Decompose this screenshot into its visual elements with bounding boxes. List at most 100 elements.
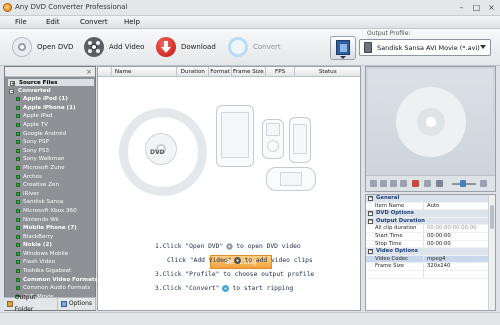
property-row[interactable]: All clip duration 00:00:00-00:00:00: [366, 225, 488, 233]
close-panel-icon[interactable]: ×: [86, 68, 92, 76]
property-row[interactable]: Frame Size 320x240: [366, 263, 488, 271]
property-category[interactable]: − DVD Options: [366, 210, 488, 218]
tab-output-folder[interactable]: Output Folder: [4, 294, 58, 313]
menu-convert[interactable]: Convert: [80, 18, 108, 26]
tree-profile-item[interactable]: Apple TV: [7, 121, 95, 130]
tree-profile-item[interactable]: Apple iPhone (1): [7, 104, 95, 113]
column-header-fps[interactable]: FPS: [266, 67, 296, 77]
tree-profile-item[interactable]: Microsoft Xbox 360: [7, 207, 95, 216]
preview-controls: [366, 175, 495, 191]
tree-profile-item[interactable]: Windows Mobile: [7, 250, 95, 259]
next-frame-icon[interactable]: [400, 180, 407, 187]
tree-root-item[interactable]: + Source Files: [7, 78, 95, 87]
tree-profile-item[interactable]: Apple iPod (1): [7, 95, 95, 104]
property-row[interactable]: Video Codec mpeg4: [366, 255, 488, 264]
profile-check-icon: [16, 226, 20, 231]
tree-profile-item[interactable]: Nokia (2): [7, 241, 95, 250]
stop-icon[interactable]: [380, 180, 387, 187]
tree-profile-item[interactable]: Common Video Formats: [7, 276, 98, 285]
profile-check-icon: [16, 286, 20, 291]
profile-check-icon: [16, 105, 20, 110]
column-header-status[interactable]: Status: [295, 67, 359, 77]
property-category[interactable]: − General: [366, 195, 488, 203]
download-button[interactable]: Download: [156, 36, 216, 58]
property-value[interactable]: 320x240: [424, 263, 450, 270]
property-category-label: Video Options: [376, 248, 418, 255]
property-value[interactable]: mpeg4: [424, 256, 446, 263]
fullscreen-icon[interactable]: [480, 180, 487, 187]
tree-item-label: Common Audio Formats: [23, 285, 91, 292]
chevron-down-icon: [480, 45, 486, 49]
column-header-frame-size[interactable]: Frame Size: [232, 67, 266, 77]
property-category[interactable]: − Output Duration: [366, 217, 488, 226]
convert-button[interactable]: Convert: [228, 36, 281, 58]
collapse-icon[interactable]: −: [368, 249, 373, 255]
property-value[interactable]: [424, 271, 427, 278]
play-icon[interactable]: [370, 180, 377, 187]
tree-profile-item[interactable]: Nintendo Wii: [7, 216, 95, 225]
tree-profile-item[interactable]: Google Android: [7, 130, 95, 139]
tree-profile-item[interactable]: Microsoft Zune: [7, 164, 95, 173]
menu-bar: File Edit Convert Help: [0, 16, 500, 29]
tree-profile-item[interactable]: Sandisk Sansa: [7, 198, 95, 207]
property-row[interactable]: [366, 270, 488, 279]
property-key: Item Name: [366, 202, 424, 210]
tree-item-label: Source Files: [19, 80, 58, 86]
tree-profile-item[interactable]: Mobile Phone (7): [7, 224, 95, 233]
column-header-format[interactable]: Format: [209, 67, 232, 77]
maximize-icon[interactable]: □: [472, 3, 481, 12]
tree-profile-item[interactable]: Flash Video: [7, 258, 95, 267]
open-dvd-button[interactable]: Open DVD: [12, 36, 73, 58]
menu-file[interactable]: File: [15, 18, 27, 26]
property-row[interactable]: Stop Time 00:00:00: [366, 240, 488, 249]
column-header-duration[interactable]: Duration: [177, 67, 210, 77]
property-value[interactable]: 00:00:00: [424, 241, 451, 248]
column-header-name[interactable]: Name: [112, 67, 178, 77]
prev-frame-icon[interactable]: [390, 180, 397, 187]
collapse-icon[interactable]: −: [368, 218, 373, 224]
ipad-device-graphic: [216, 105, 254, 167]
volume-knob[interactable]: [460, 180, 466, 187]
close-icon[interactable]: ×: [487, 3, 496, 12]
profile-film-button[interactable]: [330, 36, 356, 60]
speaker-icon[interactable]: [436, 180, 443, 187]
property-value[interactable]: 00:00:00-00:00:00: [424, 225, 477, 232]
property-category[interactable]: − Video Options: [366, 248, 488, 256]
profile-tree: + Source Files − Converted Apple iPod (1) App…: [5, 77, 98, 310]
tree-profile-item[interactable]: Sony PSP: [7, 138, 95, 147]
expand-icon[interactable]: +: [10, 81, 15, 87]
collapse-icon[interactable]: −: [9, 88, 14, 94]
tab-options[interactable]: Options: [58, 298, 96, 310]
properties-scrollbar[interactable]: [488, 195, 495, 310]
output-profile-select[interactable]: Sandisk Sansa AVI Movie (*.avi): [359, 39, 491, 56]
property-row[interactable]: Start Time 00:00:00: [366, 232, 488, 241]
tree-item-label: Google Android: [23, 130, 67, 137]
tree-profile-item[interactable]: Apple iPad: [7, 112, 95, 121]
tree-profile-item[interactable]: iRiver: [7, 190, 95, 199]
tree-item-label: Nintendo Wii: [23, 216, 59, 223]
tree-profile-item[interactable]: Archos: [7, 173, 95, 182]
collapse-icon[interactable]: −: [368, 211, 373, 217]
tree-profile-item[interactable]: Creative Zen: [7, 181, 95, 190]
convert-cycle-icon: [222, 285, 230, 292]
step-4-text-end: to start ripping: [232, 285, 294, 292]
property-row[interactable]: Item Name Auto: [366, 202, 488, 211]
tree-profile-item[interactable]: Sony Walkman: [7, 155, 95, 164]
minimize-icon[interactable]: –: [457, 3, 466, 12]
tree-root-item[interactable]: − Converted: [7, 87, 95, 96]
property-value[interactable]: 00:00:00: [424, 233, 451, 240]
record-icon[interactable]: [412, 180, 419, 187]
left-panel-tabs: Output Folder Options: [4, 294, 96, 313]
tree-profile-item[interactable]: BlackBerry: [7, 233, 95, 242]
column-header-check[interactable]: [98, 67, 112, 77]
collapse-icon[interactable]: −: [368, 196, 373, 201]
menu-help[interactable]: Help: [124, 18, 140, 26]
add-video-button[interactable]: Add Video: [84, 36, 144, 58]
step-3: 3.Click "Profile" to choose output profi…: [155, 271, 314, 278]
output-profile-label: Output Profile:: [367, 30, 411, 37]
tree-profile-item[interactable]: Sony PS3: [7, 147, 95, 156]
tree-profile-item[interactable]: Toshiba Gigabeat: [7, 267, 95, 276]
snapshot-icon[interactable]: [424, 180, 431, 187]
property-value[interactable]: Auto: [424, 203, 439, 210]
menu-edit[interactable]: Edit: [46, 18, 60, 26]
